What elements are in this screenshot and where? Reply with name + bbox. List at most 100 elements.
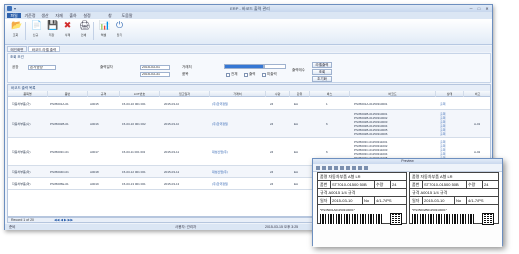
status-user: 사용자: 관리자 [175, 225, 197, 229]
grid-cell-note: A-01 [474, 122, 481, 126]
grid-cell-lot: 15-03-12 001 001 [122, 170, 146, 174]
zoom-out-icon[interactable] [334, 166, 338, 170]
search-panel-title: 조회 조건 [10, 55, 24, 59]
barcode-text: *PS35002B01150310001* [412, 208, 447, 212]
tab-main[interactable]: 메인화면 [7, 46, 27, 52]
preview-toolbar [313, 164, 502, 172]
column-header[interactable]: 박스 [310, 91, 350, 97]
menu-file[interactable]: 파일 [7, 13, 21, 18]
grid-cell-unit: EA [294, 150, 299, 154]
menu-master[interactable]: 기준정보 [23, 13, 37, 23]
next-page-icon[interactable] [352, 166, 356, 170]
tab-barcode-label[interactable]: 바코드 라벨 출력 [28, 46, 60, 52]
grid-cell-unit: EA [294, 102, 299, 106]
menu-window[interactable]: 창 [105, 13, 115, 18]
excel-button[interactable]: 📊 엑셀 [97, 21, 110, 43]
grid-cell-qty: 24 [270, 182, 274, 186]
grid-column-header: 품목명 품번 규격 LOT번호 입고일자 거래처 수량 단위 박스 바코드 상태… [8, 91, 490, 97]
barcode-label: 품명 자동차부품 A형 LR 품번 ST7010-01500 50B 수량 24… [409, 172, 499, 225]
printed-checkbox-label: 출력 [249, 72, 256, 76]
column-header[interactable]: LOT번호 [120, 91, 160, 97]
printed-checkbox[interactable] [244, 73, 248, 77]
print-icon: 🖨 [79, 20, 91, 30]
grid-cell-spec: A0017 [90, 150, 99, 154]
date-to-field[interactable]: 2015-03-31 [140, 72, 170, 77]
grid-cell-date: 2015-03-11 [164, 150, 180, 154]
grid-cell-name: 자동차부품(마) [12, 182, 31, 186]
table-row[interactable]: 자동차부품(나) PS35002B-01 A0016 15-03-10 001 002… [8, 110, 490, 138]
menu-production[interactable]: 생산 [39, 13, 51, 18]
barcode-text: *PS35001A01150310001* [320, 208, 355, 212]
title-bar: ▾ ERP - 바코드 출력 관리 ─ □ ✕ [5, 5, 492, 12]
column-header[interactable]: 단위 [290, 91, 310, 97]
close-icon: ⏻ [115, 20, 124, 30]
grid-cell-lot: 15-03-11 001 001 [122, 150, 146, 154]
column-header[interactable]: 수량 [266, 91, 290, 97]
grid-cell-lot: 15-03-10 001 001 [122, 102, 146, 106]
delete-button[interactable]: ✖ 삭제 [61, 21, 74, 43]
print-icon[interactable] [316, 166, 320, 170]
grid-cell-code: PS35003C-01 [50, 150, 69, 154]
grid-cell-vendor: (주)한국정밀 [212, 122, 228, 126]
save-button[interactable]: 💾 저장 [45, 21, 58, 43]
date-from-field[interactable]: 2015-03-01 [140, 65, 170, 70]
prev-page-icon[interactable] [346, 166, 350, 170]
close-window-button[interactable]: ✕ [483, 6, 491, 11]
grid-cell-vendor: (주)한국정밀 [212, 182, 228, 186]
customer-name-field[interactable] [264, 64, 286, 69]
last-page-icon[interactable] [358, 166, 362, 170]
document-tabs: 메인화면 바코드 라벨 출력 [5, 46, 492, 52]
menu-shipping[interactable]: 출하 [67, 13, 79, 18]
maximize-button[interactable]: □ [475, 6, 483, 11]
barcode-label: 품명 자동차부품 A형 LR 품번 ST7010-01500 50B 수량 24… [317, 172, 407, 225]
close-icon[interactable] [364, 166, 368, 170]
column-header[interactable]: 바코드 [350, 91, 436, 97]
first-page-icon[interactable] [340, 166, 344, 170]
print-button[interactable]: 🖨 인쇄 [77, 21, 90, 43]
grid-cell-qty: 24 [270, 150, 274, 154]
quick-access-toolbar[interactable]: ▾ [14, 6, 26, 11]
label-row-date: 일자 2015-03-10 No 4/1-7/PS [410, 197, 498, 205]
qr-code [482, 213, 494, 225]
menu-help[interactable]: 도움말 [119, 13, 135, 18]
grid-cell-code: PS35005E-01 [50, 182, 69, 186]
close-button[interactable]: ⏻ 닫기 [113, 21, 126, 43]
app-icon [7, 6, 12, 11]
column-header[interactable]: 품목명 [8, 91, 48, 97]
column-header[interactable]: 입고일자 [160, 91, 210, 97]
new-icon: 📄 [31, 20, 43, 30]
menu-material[interactable]: 자재 [53, 13, 65, 18]
grid-cell-spec: A0015 [90, 102, 99, 106]
status-datetime: 2015-03-15 오후 3:25 [265, 225, 299, 229]
grid-cell-code: PS35002B-01 [50, 122, 69, 126]
save-icon[interactable] [322, 166, 326, 170]
record-nav-buttons[interactable]: ◀◀ ◀ ▶ ▶▶ [54, 218, 73, 222]
label-row-spec: 규격 A0015 1/4 규격 [318, 189, 406, 197]
grid-cell-name: 자동차부품(나) [12, 122, 31, 126]
column-header[interactable]: 규격 [88, 91, 120, 97]
grid-cell-code: PS35004D-01 [50, 170, 69, 174]
column-header[interactable]: 품번 [48, 91, 88, 97]
reset-button[interactable]: 초기화 [312, 76, 332, 82]
minimize-button[interactable]: ─ [467, 6, 475, 11]
search-button[interactable]: 📂 조회 [9, 21, 22, 43]
column-header[interactable]: 비고 [464, 91, 490, 97]
label-print-button[interactable]: 라벨출력 [312, 62, 332, 68]
date-label: 출력일자 [100, 65, 113, 69]
grid-cell-qty: 24 [270, 170, 274, 174]
plant-label: 공장 [12, 65, 19, 69]
table-row[interactable]: 자동차부품(가) PS35001A-01 A0015 15-03-10 001 001… [8, 98, 490, 110]
customer-field[interactable] [224, 64, 264, 69]
new-button[interactable]: 📄 신규 [29, 21, 42, 43]
plant-select[interactable]: 본사공장 [28, 65, 56, 70]
query-button[interactable]: 조회 [312, 69, 332, 75]
column-header[interactable]: 거래처 [210, 91, 266, 97]
all-checkbox[interactable] [226, 73, 230, 77]
zoom-in-icon[interactable] [328, 166, 332, 170]
column-header[interactable]: 상태 [436, 91, 464, 97]
unprinted-checkbox[interactable] [262, 73, 266, 77]
menu-settings[interactable]: 설정 [81, 13, 93, 18]
status-ready: 준비 [9, 225, 16, 229]
barcode-image [320, 214, 382, 224]
grid-cell-vendor: 대성산업(주) [212, 170, 228, 174]
